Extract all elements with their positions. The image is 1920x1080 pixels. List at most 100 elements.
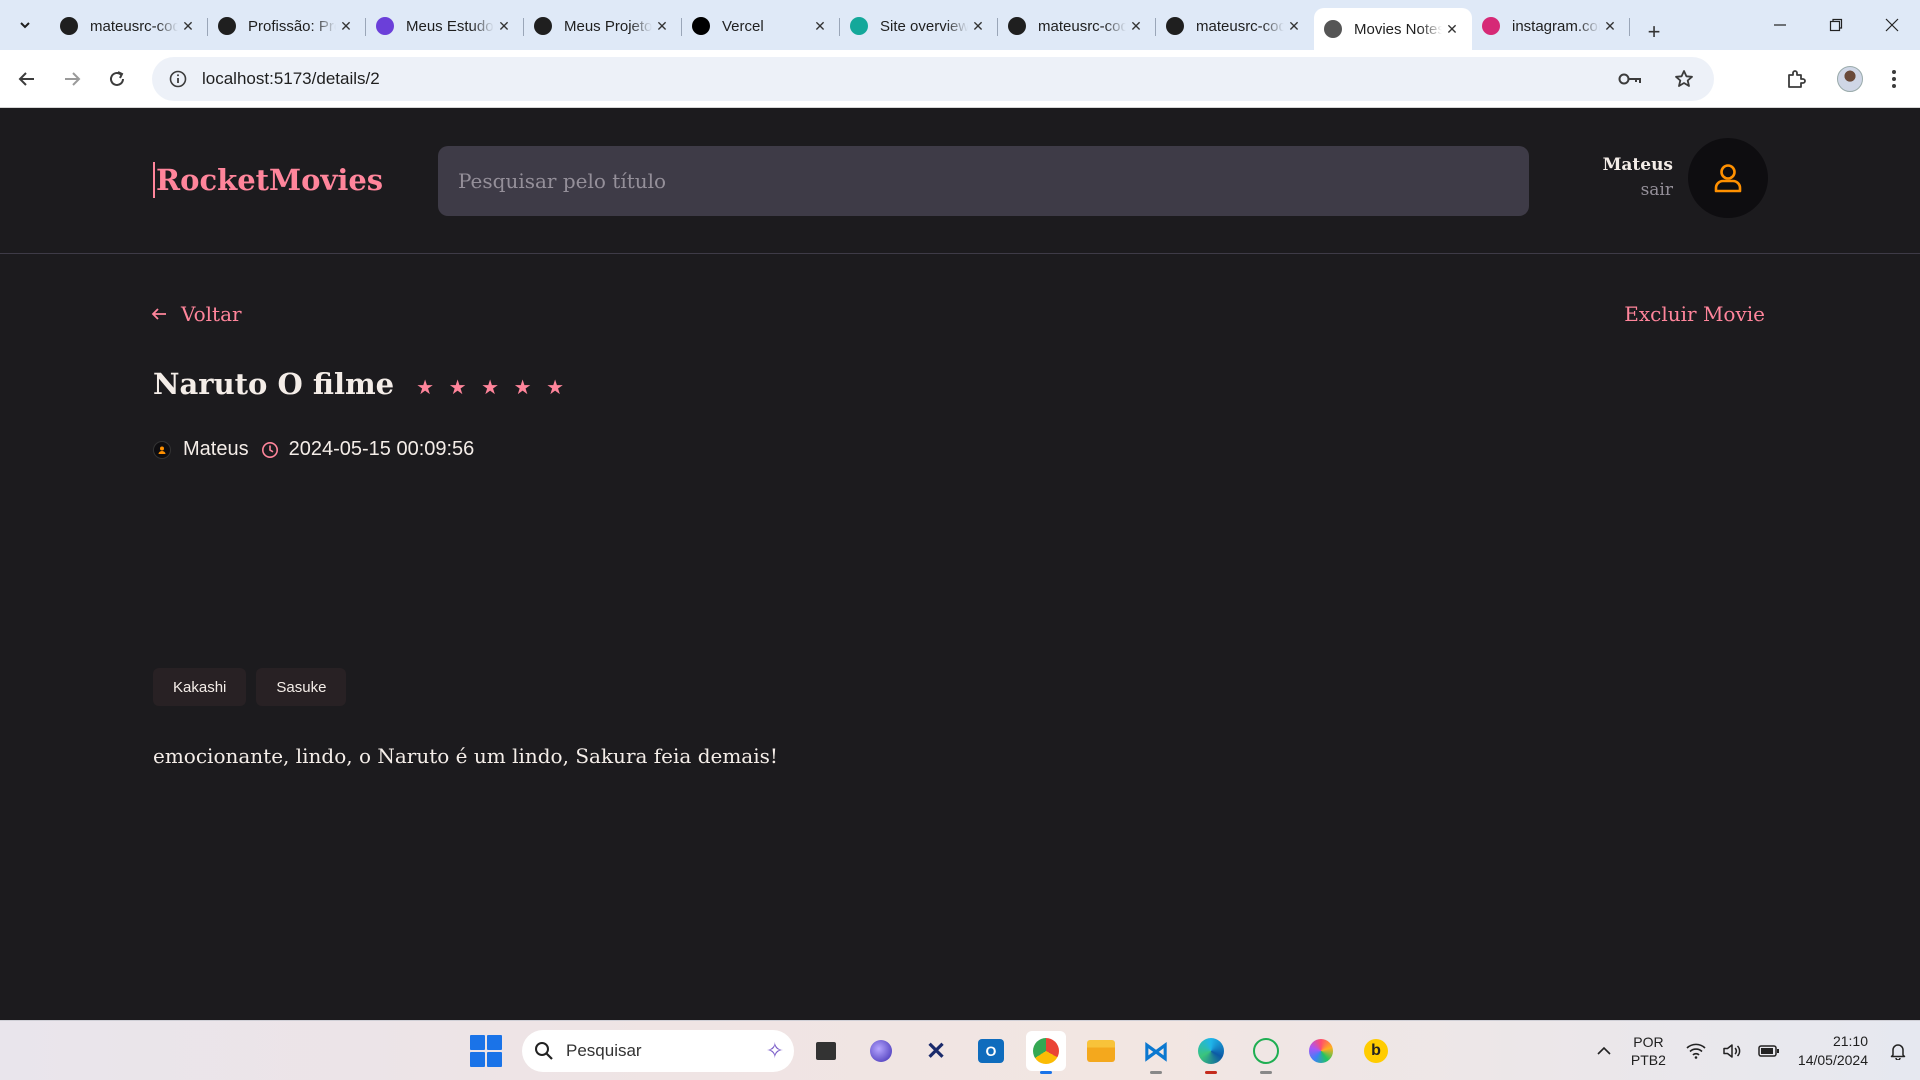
tab-search-button[interactable] — [8, 9, 42, 41]
capcut-icon: ✕ — [925, 1037, 947, 1065]
delete-movie-button[interactable]: Excluir Movie — [1624, 302, 1765, 326]
close-icon[interactable]: ✕ — [1126, 16, 1146, 36]
browser-tab[interactable]: Meus Projetos ✕ — [524, 9, 682, 43]
windows-logo-pane — [487, 1035, 502, 1050]
info-icon — [169, 70, 187, 88]
github-icon — [60, 17, 78, 35]
user-icon — [1714, 164, 1742, 193]
battery-button[interactable] — [1758, 1044, 1780, 1058]
browser-tab[interactable]: Vercel ✕ — [682, 9, 840, 43]
star-icon: ★ — [416, 376, 435, 399]
start-button[interactable] — [470, 1035, 502, 1067]
capcut-button[interactable]: ✕ — [916, 1031, 956, 1071]
tag: Kakashi — [153, 668, 247, 706]
outlook-button[interactable]: O — [971, 1031, 1011, 1071]
browser-tab[interactable]: mateusrc-code✕ — [998, 9, 1156, 43]
instagram-icon — [1482, 17, 1500, 35]
close-icon[interactable]: ✕ — [1442, 19, 1462, 39]
minimize-button[interactable] — [1752, 0, 1808, 50]
minimize-icon — [1774, 24, 1786, 26]
search-icon — [535, 1042, 553, 1060]
task-view-button[interactable] — [806, 1031, 846, 1071]
edge-button[interactable] — [1191, 1031, 1231, 1074]
bing-app-button[interactable]: b — [1356, 1031, 1396, 1071]
url-text[interactable]: localhost:5173/details/2 — [202, 69, 380, 89]
vscode-button[interactable]: ⋈ — [1136, 1031, 1176, 1074]
close-icon[interactable]: ✕ — [1600, 16, 1620, 36]
chrome-button[interactable] — [1026, 1031, 1066, 1074]
menu-button[interactable] — [1874, 59, 1914, 99]
restore-button[interactable] — [1808, 0, 1864, 50]
new-tab-button[interactable]: + — [1638, 16, 1670, 48]
vercel-icon — [692, 17, 710, 35]
taskbar-search[interactable]: Pesquisar ✧ — [522, 1030, 794, 1072]
extensions-button[interactable] — [1776, 59, 1816, 99]
search-highlight-icon: ✧ — [765, 1038, 784, 1063]
browser-tab[interactable]: mateusrc-code✕ — [50, 9, 208, 43]
running-indicator — [1040, 1071, 1052, 1074]
outlook-icon: O — [978, 1039, 1004, 1063]
avatar[interactable] — [1688, 138, 1768, 218]
clock-date: 14/05/2024 — [1797, 1052, 1868, 1068]
close-icon[interactable]: ✕ — [178, 16, 198, 36]
browser-tab[interactable]: mateusrc-code✕ — [1156, 9, 1314, 43]
close-icon[interactable]: ✕ — [494, 16, 514, 36]
back-button[interactable] — [10, 62, 44, 96]
brand-logo[interactable]: RocketMovies — [153, 162, 383, 198]
close-icon[interactable]: ✕ — [968, 16, 988, 36]
movie-description: emocionante, lindo, o Naruto é um lindo,… — [153, 744, 778, 768]
tab-title: mateusrc-code — [90, 17, 178, 35]
search-input[interactable] — [438, 146, 1529, 216]
input-language[interactable]: POR PTB2 — [1631, 1033, 1666, 1069]
paint-icon — [1309, 1039, 1333, 1063]
tab-title: mateusrc-code — [1038, 17, 1126, 35]
back-link[interactable]: Voltar — [151, 302, 242, 326]
folder-icon — [1087, 1040, 1115, 1062]
network-button[interactable] — [1686, 1043, 1706, 1059]
reload-button[interactable] — [100, 62, 134, 96]
bookmark-button[interactable] — [1664, 59, 1704, 99]
copilot-button[interactable] — [861, 1031, 901, 1071]
movie-title: Naruto O filme — [153, 367, 395, 401]
running-indicator — [1260, 1071, 1272, 1074]
address-bar[interactable]: localhost:5173/details/2 — [152, 57, 1714, 101]
close-icon[interactable]: ✕ — [652, 16, 672, 36]
show-hidden-icons-button[interactable] — [1597, 1046, 1611, 1056]
clock[interactable]: 21:10 14/05/2024 — [1798, 1032, 1868, 1070]
close-icon[interactable]: ✕ — [1284, 16, 1304, 36]
browser-tab[interactable]: Meus Estudos ✕ — [366, 9, 524, 43]
tab-title: Vercel — [722, 17, 764, 35]
arrow-right-icon — [65, 72, 81, 86]
browser-tab[interactable]: Profissão: Programador✕ — [208, 9, 366, 43]
close-icon[interactable]: ✕ — [336, 16, 356, 36]
arrow-left-icon — [151, 308, 166, 320]
volume-button[interactable] — [1722, 1043, 1742, 1059]
close-window-button[interactable] — [1864, 0, 1920, 50]
back-label: Voltar — [181, 302, 242, 326]
notifications-button[interactable] — [1890, 1042, 1906, 1060]
restore-icon — [1829, 18, 1843, 32]
whatsapp-button[interactable] — [1246, 1031, 1286, 1074]
forward-button[interactable] — [55, 62, 89, 96]
lang-code: POR — [1633, 1034, 1664, 1050]
password-key-button[interactable] — [1610, 59, 1650, 99]
browser-tab[interactable]: Movies Notes ✕ — [1314, 8, 1472, 50]
file-explorer-button[interactable] — [1081, 1031, 1121, 1071]
windows-logo-icon — [470, 1035, 485, 1050]
paint-button[interactable] — [1301, 1031, 1341, 1071]
browser-tab[interactable]: instagram.com✕ — [1472, 9, 1630, 43]
taskbar-search-label: Pesquisar — [566, 1041, 642, 1060]
logout-link[interactable]: sair — [1603, 177, 1673, 203]
profile-button[interactable] — [1830, 59, 1870, 99]
tag-list: Kakashi Sasuke — [153, 668, 347, 706]
profile-text: Mateus sair — [1603, 153, 1673, 203]
github-icon — [1008, 17, 1026, 35]
browser-tab[interactable]: Site overview ✕ — [840, 9, 998, 43]
author-name: Mateus — [183, 438, 249, 460]
browser-toolbar: localhost:5173/details/2 — [0, 50, 1920, 108]
site-info-button[interactable] — [158, 70, 198, 88]
netlify-icon — [850, 17, 868, 35]
clock-time: 21:10 — [1832, 1033, 1868, 1049]
close-icon[interactable]: ✕ — [810, 16, 830, 36]
toolbar-right — [1776, 57, 1920, 101]
